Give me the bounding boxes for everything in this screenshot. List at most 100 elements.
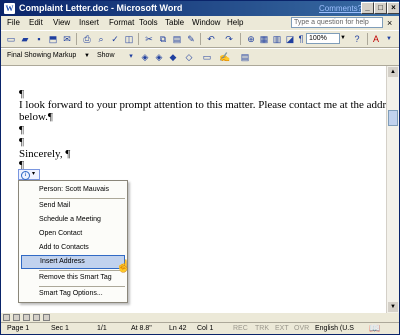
reviewing-pane-icon[interactable]: ▤ bbox=[239, 51, 251, 63]
menu-format[interactable]: Format bbox=[109, 18, 134, 28]
permission-icon[interactable]: ⬒ bbox=[47, 33, 59, 45]
reject-change-icon[interactable]: ◇ bbox=[183, 51, 195, 63]
document-close-icon[interactable]: × bbox=[387, 18, 392, 28]
menu-item-schedule-meeting[interactable]: Schedule a Meeting bbox=[21, 213, 125, 227]
chevron-down-icon[interactable]: ▼ bbox=[84, 50, 90, 62]
menu-item-smart-tag-options[interactable]: Smart Tag Options... bbox=[21, 287, 125, 301]
chevron-down-icon[interactable]: ▾ bbox=[125, 51, 137, 63]
view-buttons-bar bbox=[1, 313, 399, 322]
cut-icon[interactable]: ✂ bbox=[143, 33, 155, 45]
status-trk[interactable]: TRK bbox=[255, 323, 269, 334]
smart-tag-actions-button[interactable]: i ▾ bbox=[18, 169, 40, 180]
status-section: Sec 1 bbox=[51, 325, 69, 332]
save-icon[interactable]: ▪ bbox=[33, 33, 45, 45]
window-title: Complaint Letter.doc - Microsoft Word bbox=[19, 3, 183, 13]
display-for-review-select[interactable]: Final Showing Markup bbox=[7, 50, 87, 62]
body-text-line: I look forward to your prompt attention … bbox=[19, 99, 386, 111]
word-window: W Complaint Letter.doc - Microsoft Word … bbox=[0, 0, 400, 335]
maximize-button[interactable]: □ bbox=[374, 2, 387, 14]
web-layout-icon[interactable] bbox=[13, 314, 20, 321]
open-icon[interactable]: ▰ bbox=[19, 33, 31, 45]
track-changes-icon[interactable]: ✍ bbox=[219, 51, 231, 63]
menu-window[interactable]: Window bbox=[192, 18, 220, 28]
paste-icon[interactable]: ▤ bbox=[171, 33, 183, 45]
menu-table[interactable]: Table bbox=[165, 18, 184, 28]
menu-item-person: Person: Scott Mauvais bbox=[39, 186, 110, 193]
insert-comment-icon[interactable]: ▭ bbox=[201, 51, 213, 63]
comments-link[interactable]: Comments? bbox=[319, 2, 362, 15]
toolbar-separator bbox=[76, 33, 77, 45]
toolbar-separator bbox=[138, 33, 139, 45]
show-button[interactable]: Show bbox=[97, 50, 115, 62]
standard-toolbar: ▭ ▰ ▪ ⬒ ✉ ⎙ ⌕ ✓ ◫ ✂ ⧉ ▤ ✎ ↶ ↷ ⊕ ▦ ▥ ◪ ¶ … bbox=[1, 30, 399, 48]
vertical-scrollbar[interactable]: ▲ ▼ bbox=[386, 66, 399, 313]
scroll-up-icon[interactable]: ▲ bbox=[388, 67, 398, 77]
menu-insert[interactable]: Insert bbox=[79, 18, 99, 28]
status-bar: Page 1 Sec 1 1/1 At 8.8" Ln 42 Col 1 REC… bbox=[1, 322, 399, 334]
status-column: Col 1 bbox=[197, 325, 214, 332]
format-painter-icon[interactable]: ✎ bbox=[185, 33, 197, 45]
status-ovr[interactable]: OVR bbox=[294, 323, 309, 334]
toolbar-options-icon[interactable]: ▼ bbox=[384, 33, 394, 45]
menu-item-remove-smart-tag[interactable]: Remove this Smart Tag bbox=[21, 271, 125, 285]
menu-tools[interactable]: Tools bbox=[139, 18, 158, 28]
menu-help[interactable]: Help bbox=[227, 18, 243, 28]
status-page-count: 1/1 bbox=[97, 325, 107, 332]
previous-change-icon[interactable]: ◈ bbox=[139, 51, 151, 63]
status-position: At 8.8" bbox=[131, 325, 152, 332]
menu-item-insert-address[interactable]: Insert Address bbox=[21, 255, 125, 269]
hyperlink-icon[interactable]: ⊕ bbox=[245, 33, 257, 45]
minimize-button[interactable]: _ bbox=[361, 2, 374, 14]
smart-tag-info-icon: i bbox=[21, 171, 30, 180]
normal-view-icon[interactable] bbox=[3, 314, 10, 321]
scroll-down-icon[interactable]: ▼ bbox=[388, 302, 398, 312]
accept-change-icon[interactable]: ◆ bbox=[167, 51, 179, 63]
body-text-line: below.¶ bbox=[19, 111, 53, 123]
outline-view-icon[interactable] bbox=[33, 314, 40, 321]
undo-icon[interactable]: ↶ bbox=[205, 33, 217, 45]
font-color-icon[interactable]: A bbox=[370, 33, 382, 45]
reading-layout-icon[interactable] bbox=[43, 314, 50, 321]
chevron-down-icon: ▾ bbox=[32, 171, 36, 177]
email-icon[interactable]: ✉ bbox=[61, 33, 73, 45]
insert-table-icon[interactable]: ▥ bbox=[271, 33, 283, 45]
new-icon[interactable]: ▭ bbox=[5, 33, 17, 45]
next-change-icon[interactable]: ◈ bbox=[153, 51, 165, 63]
menu-bar: File Edit View Insert Format Tools Table… bbox=[1, 16, 399, 30]
toolbar-separator bbox=[367, 33, 368, 45]
print-layout-icon[interactable] bbox=[23, 314, 30, 321]
toolbar-separator bbox=[200, 33, 201, 45]
menu-edit[interactable]: Edit bbox=[29, 18, 43, 28]
print-icon[interactable]: ⎙ bbox=[81, 33, 93, 45]
close-button[interactable]: × bbox=[387, 2, 399, 14]
research-icon[interactable]: ◫ bbox=[123, 33, 135, 45]
menu-file[interactable]: File bbox=[7, 18, 20, 28]
spelling-status-icon[interactable]: 📖 bbox=[369, 323, 380, 334]
menu-item-open-contact[interactable]: Open Contact bbox=[21, 227, 125, 241]
copy-icon[interactable]: ⧉ bbox=[157, 33, 169, 45]
mouse-pointer-icon: ☝ bbox=[116, 259, 131, 273]
word-app-icon[interactable]: W bbox=[4, 3, 15, 14]
menu-view[interactable]: View bbox=[53, 18, 70, 28]
closing-line: Sincerely, ¶ bbox=[19, 148, 71, 160]
title-bar[interactable]: W Complaint Letter.doc - Microsoft Word … bbox=[1, 1, 399, 16]
status-ext[interactable]: EXT bbox=[275, 323, 289, 334]
print-preview-icon[interactable]: ⌕ bbox=[95, 33, 107, 45]
status-line: Ln 42 bbox=[169, 325, 187, 332]
scroll-thumb[interactable] bbox=[388, 110, 398, 126]
zoom-input[interactable]: 100% bbox=[306, 33, 340, 44]
status-rec[interactable]: REC bbox=[233, 323, 248, 334]
menu-item-send-mail[interactable]: Send Mail bbox=[21, 199, 125, 213]
reviewing-toolbar: Final Showing Markup ▼ Show ▾ ◈ ◈ ◆ ◇ ▭ … bbox=[1, 48, 399, 66]
help-icon[interactable]: ? bbox=[351, 33, 363, 45]
status-language: English (U.S bbox=[315, 325, 354, 332]
status-page: Page 1 bbox=[7, 325, 30, 332]
tables-borders-icon[interactable]: ▦ bbox=[258, 33, 270, 45]
toolbar-separator bbox=[240, 33, 241, 45]
spelling-icon[interactable]: ✓ bbox=[109, 33, 121, 45]
zoom-dropdown-icon[interactable]: ▼ bbox=[340, 33, 347, 44]
ask-question-input[interactable]: Type a question for help bbox=[291, 17, 383, 28]
smart-tag-menu: Person: Scott Mauvais Send Mail Schedule… bbox=[18, 180, 128, 303]
redo-icon[interactable]: ↷ bbox=[223, 33, 235, 45]
menu-item-add-to-contacts[interactable]: Add to Contacts bbox=[21, 241, 125, 255]
